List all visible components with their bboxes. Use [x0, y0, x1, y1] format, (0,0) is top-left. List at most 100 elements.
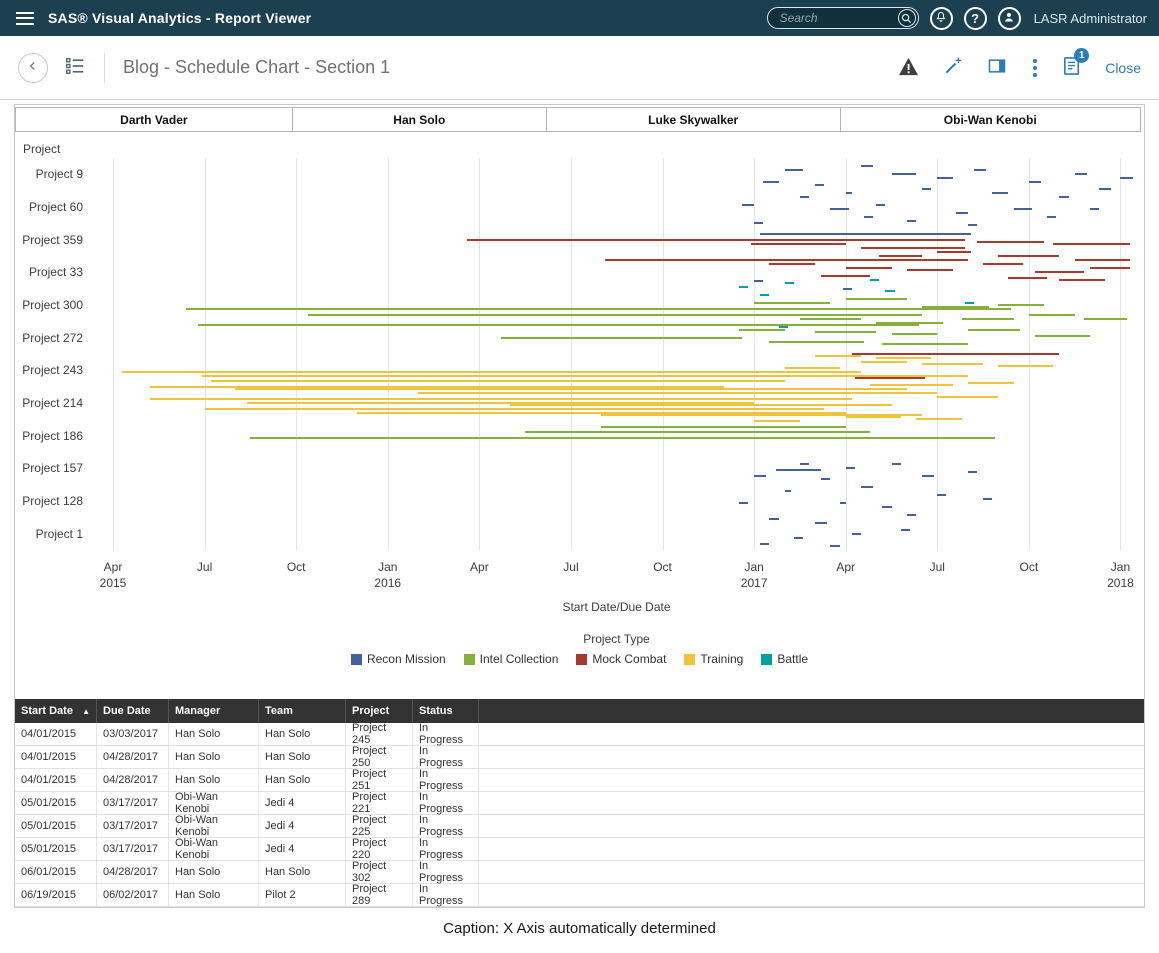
close-button[interactable]: Close — [1105, 60, 1141, 76]
gantt-bar[interactable] — [968, 224, 977, 226]
gantt-bar[interactable] — [1053, 243, 1129, 245]
table-row[interactable]: 05/01/201503/17/2017Obi-Wan KenobiJedi 4… — [15, 815, 1144, 838]
gantt-bar[interactable] — [870, 279, 879, 281]
search-input[interactable] — [778, 10, 898, 26]
gantt-bar[interactable] — [742, 204, 754, 206]
gantt-bar[interactable] — [916, 418, 962, 420]
gantt-bar[interactable] — [1047, 216, 1056, 218]
gantt-bar[interactable] — [800, 196, 809, 198]
gantt-bar[interactable] — [974, 169, 986, 171]
gantt-bar[interactable] — [965, 302, 974, 304]
gantt-bar[interactable] — [879, 255, 922, 257]
gantt-bar[interactable] — [754, 280, 763, 282]
gantt-bar[interactable] — [467, 239, 965, 241]
gantt-bar[interactable] — [937, 494, 946, 496]
gantt-bar[interactable] — [794, 537, 803, 539]
table-row[interactable]: 04/01/201503/03/2017Han SoloHan SoloProj… — [15, 723, 1144, 746]
gantt-bar[interactable] — [846, 298, 907, 300]
gantt-bar[interactable] — [892, 173, 916, 175]
gantt-bar[interactable] — [907, 269, 953, 271]
table-row[interactable]: 05/01/201503/17/2017Obi-Wan KenobiJedi 4… — [15, 792, 1144, 815]
toc-button[interactable] — [64, 55, 86, 80]
legend-item[interactable]: Intel Collection — [464, 652, 559, 666]
legend-item[interactable]: Mock Combat — [576, 652, 666, 666]
gantt-bar[interactable] — [864, 216, 873, 218]
gantt-bar[interactable] — [769, 263, 815, 265]
gantt-bar[interactable] — [998, 365, 1053, 367]
gantt-bar[interactable] — [846, 267, 892, 269]
gantt-bar[interactable] — [754, 420, 800, 422]
gantt-bar[interactable] — [861, 247, 965, 249]
gantt-bar[interactable] — [977, 241, 1044, 243]
gantt-bar[interactable] — [1075, 173, 1087, 175]
gantt-bar[interactable] — [800, 463, 809, 465]
gantt-bar[interactable] — [769, 341, 864, 343]
gantt-bar[interactable] — [885, 290, 894, 292]
gantt-bar[interactable] — [815, 184, 824, 186]
gantt-bar[interactable] — [1075, 259, 1130, 261]
gantt-bar[interactable] — [739, 286, 748, 288]
gantt-bar[interactable] — [760, 543, 769, 545]
legend-item[interactable]: Battle — [761, 652, 808, 666]
gantt-bar[interactable] — [922, 306, 989, 308]
gantt-bar[interactable] — [1120, 177, 1132, 179]
gantt-bar[interactable] — [998, 255, 1059, 257]
table-row[interactable]: 06/19/201506/02/2017Han SoloPilot 2Proje… — [15, 884, 1144, 907]
column-header-start-date[interactable]: Start Date▲ — [15, 699, 97, 723]
gantt-bar[interactable] — [821, 275, 870, 277]
gantt-bar[interactable] — [785, 367, 840, 369]
gantt-bar[interactable] — [779, 326, 788, 328]
gantt-bar[interactable] — [769, 518, 778, 520]
gantt-bar[interactable] — [843, 288, 852, 290]
column-header-project[interactable]: Project — [346, 699, 413, 723]
gantt-bar[interactable] — [605, 259, 968, 261]
user-menu-button[interactable] — [998, 7, 1021, 30]
gantt-bar[interactable] — [861, 165, 873, 167]
person-filter-han-solo[interactable]: Han Solo — [292, 107, 547, 132]
column-header-due-date[interactable]: Due Date — [97, 699, 169, 723]
gantt-bar[interactable] — [992, 192, 1007, 194]
gantt-bar[interactable] — [855, 377, 925, 379]
gantt-bar[interactable] — [907, 220, 916, 222]
person-filter-darth-vader[interactable]: Darth Vader — [15, 107, 293, 132]
gantt-bar[interactable] — [968, 329, 1020, 331]
gantt-bar[interactable] — [956, 212, 968, 214]
gantt-bar[interactable] — [739, 502, 748, 504]
gantt-bar[interactable] — [882, 343, 967, 345]
gantt-bar[interactable] — [815, 331, 876, 333]
comments-button[interactable]: 1 — [1063, 56, 1081, 79]
gantt-bar[interactable] — [776, 469, 822, 471]
gantt-bar[interactable] — [882, 506, 891, 508]
gantt-bar[interactable] — [1099, 188, 1111, 190]
gantt-bar[interactable] — [525, 431, 870, 433]
alerts-button[interactable] — [898, 57, 919, 79]
gantt-bar[interactable] — [922, 475, 934, 477]
right-panel-button[interactable] — [987, 56, 1007, 79]
gantt-bar[interactable] — [1090, 208, 1099, 210]
gantt-bar[interactable] — [763, 181, 778, 183]
gantt-bar[interactable] — [785, 282, 794, 284]
gantt-bar[interactable] — [830, 208, 848, 210]
gantt-bar[interactable] — [1008, 277, 1048, 279]
gantt-bar[interactable] — [983, 263, 1023, 265]
gantt-plot[interactable] — [93, 158, 1140, 550]
gantt-bar[interactable] — [846, 416, 901, 418]
search-icon[interactable] — [898, 9, 916, 27]
gantt-bar[interactable] — [861, 486, 873, 488]
gantt-bar[interactable] — [739, 329, 785, 331]
gantt-bar[interactable] — [892, 463, 901, 465]
menu-icon[interactable] — [16, 12, 34, 25]
gantt-bar[interactable] — [1035, 271, 1084, 273]
gantt-bar[interactable] — [308, 314, 922, 316]
gantt-bar[interactable] — [751, 243, 846, 245]
gantt-bar[interactable] — [815, 522, 827, 524]
gantt-bar[interactable] — [1029, 181, 1041, 183]
gantt-bar[interactable] — [760, 294, 769, 296]
gantt-bar[interactable] — [968, 382, 1014, 384]
gantt-bar[interactable] — [1035, 335, 1090, 337]
gantt-bar[interactable] — [922, 363, 983, 365]
gantt-bar[interactable] — [852, 533, 861, 535]
gantt-bar[interactable] — [922, 188, 931, 190]
gantt-bar[interactable] — [876, 322, 943, 324]
table-row[interactable]: 05/01/201503/17/2017Obi-Wan KenobiJedi 4… — [15, 838, 1144, 861]
